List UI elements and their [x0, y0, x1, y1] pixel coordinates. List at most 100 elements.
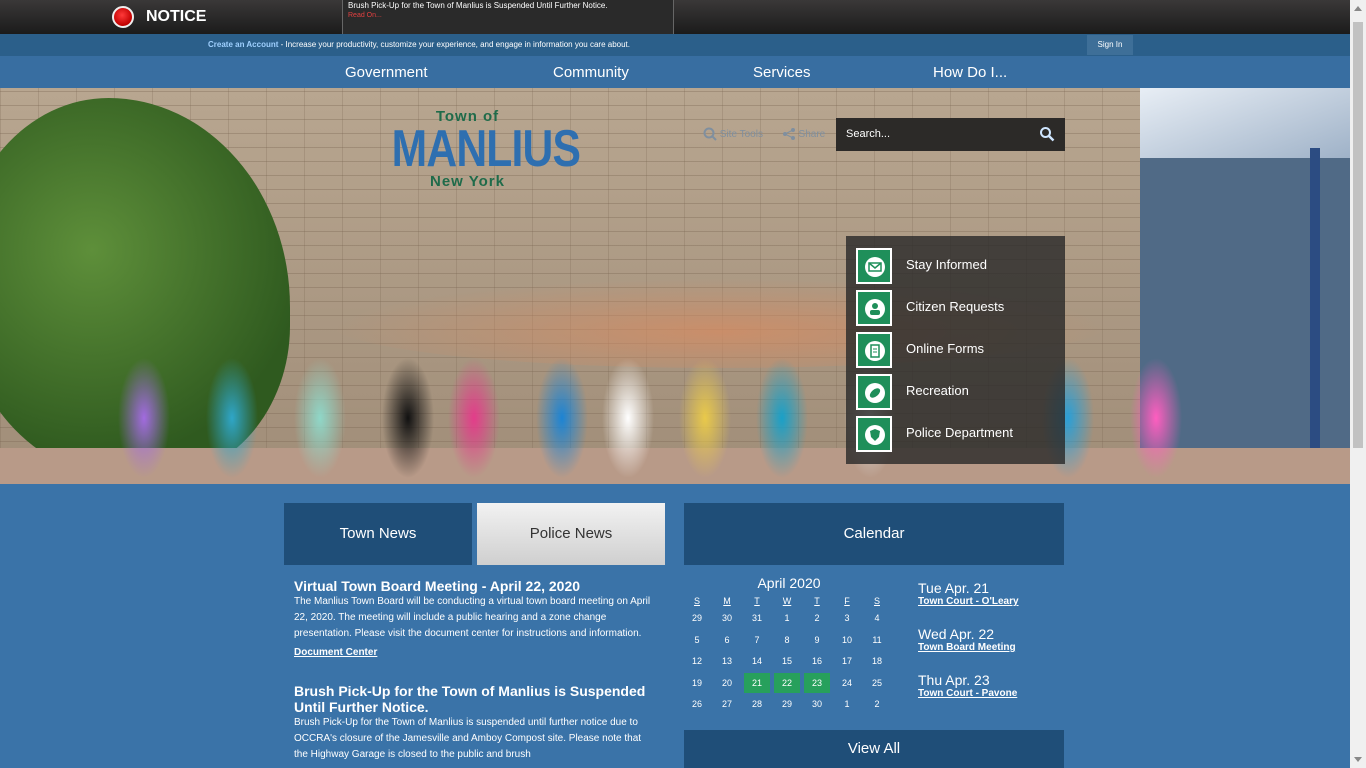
news-item: Brush Pick-Up for the Town of Manlius is… [294, 683, 656, 763]
calendar-day[interactable]: 29 [684, 608, 710, 628]
calendar-day[interactable]: 11 [864, 630, 890, 650]
calendar-day[interactable]: 1 [774, 608, 800, 628]
scroll-down-icon[interactable] [1354, 757, 1362, 762]
calendar-day[interactable]: 30 [804, 694, 830, 714]
create-account-link[interactable]: Create an Account [208, 40, 278, 49]
news-title[interactable]: Virtual Town Board Meeting - April 22, 2… [294, 578, 656, 594]
document-center-link[interactable]: Document Center [294, 647, 377, 658]
tab-calendar[interactable]: Calendar [684, 503, 1064, 565]
calendar-day[interactable]: 7 [744, 630, 770, 650]
event-link[interactable]: Town Board Meeting [918, 642, 1016, 653]
envelope-icon [856, 248, 892, 284]
calendar-day[interactable]: 14 [744, 651, 770, 671]
calendar-day[interactable]: 20 [714, 673, 740, 693]
calendar-day[interactable]: 17 [834, 651, 860, 671]
quick-link-label: Online Forms [906, 341, 985, 356]
calendar-day[interactable]: 26 [684, 694, 710, 714]
tab-police-news[interactable]: Police News [477, 503, 665, 565]
quick-link-citizen-requests[interactable]: Citizen Requests [856, 290, 1061, 326]
notice-text[interactable]: Brush Pick-Up for the Town of Manlius is… [348, 1, 668, 10]
tab-town-news[interactable]: Town News [284, 503, 472, 565]
calendar-day[interactable]: 13 [714, 651, 740, 671]
calendar-event: Tue Apr. 21 Town Court - O'Leary [918, 580, 1019, 607]
calendar-day[interactable]: 23 [804, 672, 830, 693]
nav-community[interactable]: Community [553, 64, 629, 81]
calendar-week-row: 29 30 31 1 2 3 4 [684, 608, 894, 628]
quick-link-label: Police Department [906, 425, 1013, 440]
quick-link-stay-informed[interactable]: Stay Informed [856, 248, 1061, 284]
calendar-day[interactable]: 1 [834, 694, 860, 714]
sign-in-button[interactable]: Sign In [1087, 35, 1133, 55]
scrollbar[interactable] [1350, 0, 1366, 768]
calendar-day[interactable]: 29 [774, 694, 800, 714]
calendar-day[interactable]: 27 [714, 694, 740, 714]
search-input[interactable] [844, 125, 1024, 143]
notice-message[interactable]: Brush Pick-Up for the Town of Manlius is… [342, 0, 674, 34]
calendar-day[interactable]: 2 [804, 608, 830, 628]
main-nav: Government Community Services How Do I..… [0, 56, 1350, 90]
account-promo: Create an Account - Increase your produc… [208, 40, 630, 49]
calendar-day[interactable]: 8 [774, 630, 800, 650]
hero-banner [0, 88, 1350, 484]
person-icon [856, 290, 892, 326]
town-logo[interactable]: Town of MANLIUS New York [375, 108, 581, 200]
quick-link-label: Stay Informed [906, 257, 987, 272]
calendar-day[interactable]: 15 [774, 651, 800, 671]
event-link[interactable]: Town Court - O'Leary [918, 596, 1019, 607]
share-button[interactable]: Share [782, 128, 833, 140]
calendar-day[interactable]: 3 [834, 608, 860, 628]
calendar-day[interactable]: 22 [774, 672, 800, 693]
nav-how-do-i[interactable]: How Do I... [933, 64, 1007, 81]
calendar-day[interactable]: 24 [834, 673, 860, 693]
calendar-day[interactable]: 28 [744, 694, 770, 714]
logo-name: MANLIUS [391, 120, 581, 178]
notice-bar: NOTICE Brush Pick-Up for the Town of Man… [0, 0, 1350, 34]
read-on-link[interactable]: Read On... [348, 12, 668, 19]
site-tools-label: Site Tools [719, 128, 763, 140]
notice-label: NOTICE [146, 8, 207, 25]
search-box [836, 118, 1065, 151]
site-tools-button[interactable]: Site Tools [703, 127, 774, 141]
quick-link-recreation[interactable]: Recreation [856, 374, 1061, 410]
calendar-day[interactable]: 30 [714, 608, 740, 628]
form-icon [856, 332, 892, 368]
quick-link-label: Recreation [906, 383, 969, 398]
gear-icon [703, 127, 717, 141]
calendar-day[interactable]: 19 [684, 673, 710, 693]
share-icon [782, 128, 795, 140]
calendar-event: Wed Apr. 22 Town Board Meeting [918, 626, 1016, 653]
scroll-up-icon[interactable] [1354, 6, 1362, 11]
quick-link-online-forms[interactable]: Online Forms [856, 332, 1061, 368]
calendar-day[interactable]: 16 [804, 651, 830, 671]
calendar-day[interactable]: 9 [804, 630, 830, 650]
event-date: Tue Apr. 21 [918, 580, 990, 596]
quick-links-panel: Stay Informed Citizen Requests Online Fo… [846, 236, 1065, 464]
news-body: Brush Pick-Up for the Town of Manlius is… [294, 717, 642, 760]
nav-government[interactable]: Government [345, 64, 428, 81]
quick-link-police-department[interactable]: Police Department [856, 416, 1061, 452]
account-bar: Create an Account - Increase your produc… [0, 34, 1350, 56]
calendar-day[interactable]: 6 [714, 630, 740, 650]
badge-icon [856, 416, 892, 452]
calendar-day[interactable]: 12 [684, 651, 710, 671]
news-title[interactable]: Brush Pick-Up for the Town of Manlius is… [294, 683, 656, 715]
calendar-day[interactable]: 21 [744, 672, 770, 693]
calendar-month: April 2020 [757, 575, 821, 591]
nav-services[interactable]: Services [753, 64, 811, 81]
search-icon[interactable] [1039, 126, 1055, 142]
calendar-day[interactable]: 2 [864, 694, 890, 714]
scrollbar-thumb[interactable] [1353, 22, 1363, 448]
event-link[interactable]: Town Court - Pavone [918, 688, 1017, 699]
event-date: Wed Apr. 22 [918, 626, 995, 642]
calendar-day[interactable]: 25 [864, 673, 890, 693]
football-icon [856, 374, 892, 410]
alert-icon [112, 6, 134, 28]
calendar-week-row: 19 20 21 22 23 24 25 [684, 672, 894, 693]
calendar-day[interactable]: 5 [684, 630, 710, 650]
calendar-day[interactable]: 18 [864, 651, 890, 671]
calendar-day[interactable]: 10 [834, 630, 860, 650]
calendar-day[interactable]: 31 [744, 608, 770, 628]
view-all-button[interactable]: View All [684, 730, 1064, 768]
news-item: Virtual Town Board Meeting - April 22, 2… [294, 578, 656, 660]
calendar-day[interactable]: 4 [864, 608, 890, 628]
